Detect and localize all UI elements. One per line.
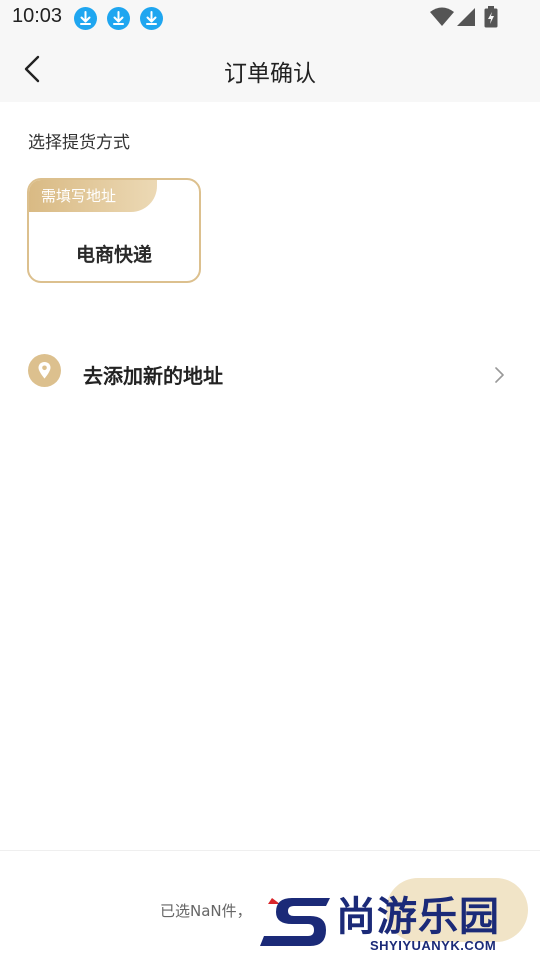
download-icon [107,7,130,30]
wifi-icon [430,7,454,31]
watermark-subtext: SHYIYUANYK.COM [370,938,497,953]
add-address-label: 去添加新的地址 [83,364,223,388]
download-icon [140,7,163,30]
page-title: 订单确认 [224,61,316,87]
watermark-s-logo [260,898,330,946]
status-time: 10:03 [12,5,63,27]
status-bar: 10:03 [0,0,540,36]
chevron-right-icon [488,364,510,386]
footer-divider [0,850,540,851]
option-label: 电商快递 [75,244,152,266]
option-tag-text: 需填写地址 [41,187,117,205]
delivery-section-label: 选择提货方式 [28,133,130,153]
battery-icon [484,6,498,32]
delivery-option-express[interactable]: 需填写地址 电商快递 [27,178,201,283]
location-pin-icon [28,354,61,387]
selected-count: 已选NaN件， [160,902,252,920]
add-address-row[interactable]: 去添加新的地址 [0,344,540,404]
watermark-logo: 尚游乐园 SHYIYUANYK.COM [258,884,540,960]
download-icon [74,7,97,30]
signal-icon [456,7,476,31]
watermark-text: 尚游乐园 [336,894,500,940]
nav-bar: 订单确认 [0,36,540,102]
address-required-tag: 需填写地址 [29,180,157,212]
